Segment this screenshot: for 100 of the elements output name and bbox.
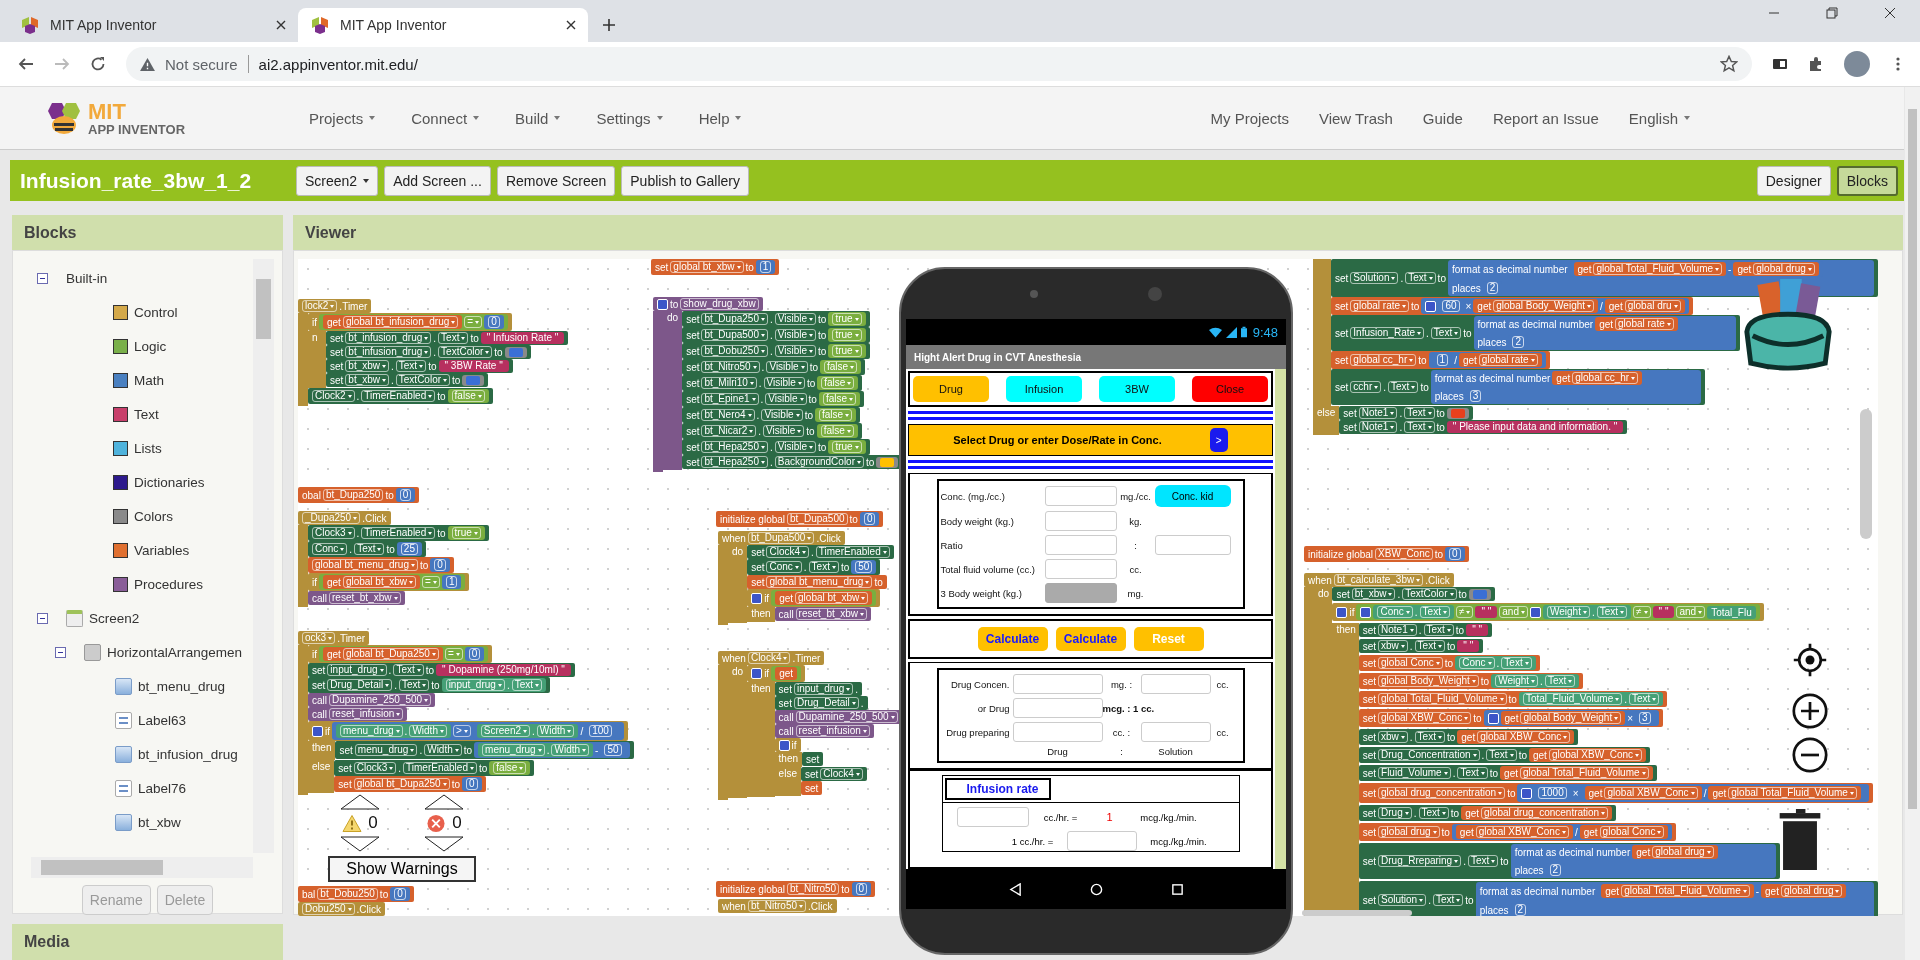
block-dropdown[interactable]: Width	[536, 725, 575, 737]
block-dropdown[interactable]: TimerEnabled	[403, 762, 477, 774]
value-block[interactable]: menu_drug . Width	[336, 724, 451, 738]
value-block[interactable]: Screen2 . Width	[476, 724, 579, 738]
gear-icon[interactable]	[657, 298, 668, 310]
text-literal[interactable]: " Please input data and information. "	[1450, 422, 1620, 432]
block-dropdown[interactable]: global Total_Fluid_Volume	[1378, 693, 1507, 705]
number-field[interactable]: 2	[1514, 904, 1527, 916]
tree-item[interactable]: Text	[134, 406, 159, 422]
zoom-out-icon[interactable]	[1792, 737, 1828, 773]
value-block[interactable]: false	[818, 392, 861, 406]
value-block[interactable]: 0	[484, 315, 504, 329]
code-block[interactable]: if menu_drug . Width > Screen2 . Width / 100	[308, 721, 628, 741]
block-dropdown[interactable]: Text	[395, 360, 427, 372]
text-literal[interactable]: " "	[1461, 641, 1476, 651]
code-block[interactable]: bal bt_Dobu250 to 0	[298, 886, 414, 902]
block-dropdown[interactable]: Visible	[774, 313, 817, 325]
recents-icon[interactable]	[1170, 882, 1184, 896]
block-dropdown[interactable]: Dupamine_250_500	[795, 711, 898, 723]
block-dropdown[interactable]: Text	[1414, 731, 1445, 743]
number-field[interactable]: 25	[400, 543, 418, 555]
block-dropdown[interactable]: false	[819, 409, 853, 421]
block-dropdown[interactable]: Clock4	[766, 546, 810, 558]
block-field[interactable]: bt_Dupa500	[787, 513, 848, 525]
up-arrow-icon[interactable]	[340, 794, 380, 810]
scrollbar[interactable]	[1275, 369, 1286, 869]
tree-item[interactable]: bt_infusion_drug	[138, 746, 238, 762]
block-dropdown[interactable]: global rate	[1615, 318, 1674, 330]
block-dropdown[interactable]: false	[824, 361, 858, 373]
block-dropdown[interactable]: Visible	[763, 377, 805, 389]
block-dropdown[interactable]: Width	[424, 744, 462, 756]
menu-item[interactable]: Build	[515, 109, 561, 127]
value-block[interactable]: get global Total_Fluid_Volume	[1708, 786, 1861, 800]
value-block[interactable]: get	[771, 666, 802, 681]
block-dropdown[interactable]: Weight	[1547, 606, 1590, 618]
block-dropdown[interactable]: Conc	[312, 543, 348, 555]
block-dropdown[interactable]: global Total_Fluid_Volume	[1621, 885, 1750, 897]
code-block[interactable]: set global cc_hr to 1 / get global rate	[1331, 351, 1550, 369]
input-field[interactable]	[1012, 698, 1103, 718]
code-block[interactable]: if get	[747, 665, 806, 682]
value-block[interactable]: get	[775, 667, 798, 680]
nav-link[interactable]: View Trash	[1318, 109, 1393, 127]
code-block[interactable]: ock3 .Timer	[298, 631, 370, 645]
code-block[interactable]: set input_drug .	[774, 682, 862, 696]
block-dropdown[interactable]: true	[832, 329, 862, 341]
code-block[interactable]: initialize global bt_Dupa500 to 0	[716, 511, 884, 527]
value-block[interactable]: menu_drug . Width > Screen2 . Width / 100	[332, 722, 624, 740]
block-dropdown[interactable]: Text	[808, 561, 839, 573]
block-dropdown[interactable]: Text	[398, 679, 430, 691]
block-dropdown[interactable]: Visible	[763, 425, 805, 437]
scrollbar[interactable]	[1860, 409, 1872, 539]
code-block[interactable]: set bt_Nitro50 . Visible to false	[682, 359, 866, 375]
block-dropdown[interactable]: input_drug	[327, 664, 387, 676]
code-block[interactable]: set global rate to 60 × get global Body_Weight / get global dru	[1331, 297, 1693, 315]
value-block[interactable]: get global Total_Fluid_Volume	[1573, 262, 1727, 276]
input-field[interactable]	[1140, 722, 1211, 742]
value-block[interactable]: 0	[464, 647, 485, 661]
value-block[interactable]: get global bt_xbw	[771, 590, 877, 606]
block-dropdown[interactable]: global XBW_Conc	[1378, 712, 1472, 724]
block-dropdown[interactable]: Text	[1432, 894, 1464, 906]
code-block[interactable]: set global bt_Dupa250 to 0	[334, 776, 486, 792]
block-dropdown[interactable]: TimerEnabled	[361, 527, 436, 539]
view-toggle-button[interactable]: Blocks	[1836, 165, 1898, 196]
block-dropdown[interactable]: Width	[409, 725, 447, 737]
block-field[interactable]: bt_Dupa250	[322, 489, 384, 501]
number-field[interactable]: 100	[589, 725, 612, 737]
app-button[interactable]: Calculate	[1055, 627, 1126, 651]
code-block[interactable]: set bt_Dupa500 . Visible to true	[682, 327, 870, 343]
code-block[interactable]: set global XBW_Conc to get global Body_Weight × 3	[1358, 709, 1663, 727]
color-swatch[interactable]	[508, 347, 523, 357]
input-field[interactable]	[1044, 559, 1117, 579]
block-dropdown[interactable]: Drug_Concentration	[1378, 749, 1480, 761]
code-block[interactable]: call reset_bt_xbw	[774, 607, 872, 621]
value-block[interactable]: 0	[859, 512, 880, 526]
block-dropdown[interactable]: Drug_Rreparing	[1378, 855, 1462, 867]
block-dropdown[interactable]: Screen2	[480, 725, 531, 737]
value-block[interactable]: 0	[390, 887, 410, 901]
code-block[interactable]: set Conc . Text to 50	[747, 559, 881, 575]
block-dropdown[interactable]: global Total_Fluid_Volume	[1728, 787, 1857, 799]
number-field[interactable]: 1	[759, 261, 772, 273]
block-dropdown[interactable]: global cc_hr	[1572, 372, 1639, 384]
menu-item[interactable]: Projects	[309, 109, 376, 127]
new-tab-icon[interactable]	[602, 18, 616, 32]
block-dropdown[interactable]: true	[832, 345, 862, 357]
block-dropdown[interactable]: global bt_Dupa250	[342, 648, 439, 660]
close-icon[interactable]	[1884, 7, 1896, 19]
block-dropdown[interactable]: false	[451, 390, 485, 402]
code-block[interactable]: global bt_menu_drug to 0	[308, 557, 454, 573]
code-block[interactable]: set Note1 . Text to	[1339, 406, 1473, 420]
number-field[interactable]: 60	[1442, 300, 1460, 312]
block-dropdown[interactable]: =	[444, 648, 463, 660]
block-dropdown[interactable]: global bt_menu_drug	[766, 576, 873, 588]
text-literal[interactable]: " Dopamine (250mg/10ml) "	[440, 665, 567, 675]
tree-item[interactable]: Colors	[134, 508, 173, 524]
app-button[interactable]: 3BW	[1099, 376, 1175, 402]
block-dropdown[interactable]: Text	[1388, 381, 1419, 393]
code-block[interactable]: Clock3 . TimerEnabled to true	[308, 525, 489, 541]
block-dropdown[interactable]: Infusion_Rate	[1350, 327, 1425, 339]
block-dropdown[interactable]: Visible	[774, 329, 817, 341]
block-dropdown[interactable]: Note1	[1358, 407, 1398, 419]
